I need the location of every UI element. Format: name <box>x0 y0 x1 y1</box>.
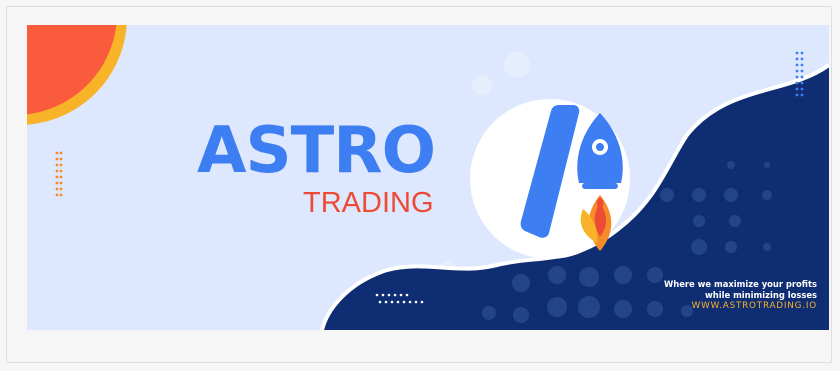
brand-subtitle: TRADING <box>303 187 434 219</box>
tagline-line-2: while minimizing losses <box>705 290 817 300</box>
tagline-line-1: Where we maximize your profits <box>664 279 817 289</box>
astro-trading-banner: ASTRO TRADING Where we maximize your pro… <box>27 25 829 330</box>
image-frame: ASTRO TRADING Where we maximize your pro… <box>6 6 832 363</box>
website-url: WWW.ASTROTRADING.IO <box>691 301 817 311</box>
brand-title: ASTRO <box>197 114 436 188</box>
tagline-block: Where we maximize your profits while min… <box>664 279 817 312</box>
